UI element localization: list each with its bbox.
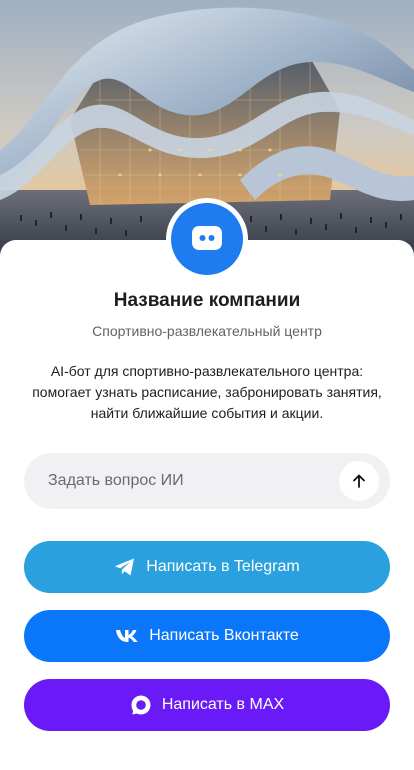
telegram-button-label: Написать в Telegram (146, 558, 300, 575)
ask-ai-input[interactable] (48, 472, 328, 490)
max-button-label: Написать в MAX (161, 696, 285, 713)
ask-ai-field (24, 453, 390, 509)
company-description: AI-бот для спортивно-развлекательного це… (32, 363, 382, 421)
max-button[interactable]: Написать в MAX (24, 679, 390, 731)
company-avatar (166, 198, 248, 280)
vk-button-label: Написать Вконтакте (149, 627, 299, 644)
vk-button[interactable]: Написать Вконтакте (24, 610, 390, 662)
company-name: Название компании (113, 290, 301, 311)
telegram-button[interactable]: Написать в Telegram (24, 541, 390, 593)
telegram-icon (114, 557, 136, 577)
send-button[interactable] (339, 461, 379, 501)
arrow-up-icon (353, 474, 365, 488)
chat-bot-icon (171, 203, 243, 275)
max-icon (130, 694, 152, 716)
company-subtitle: Спортивно-развлекательный центр (92, 323, 322, 339)
vk-icon (115, 629, 139, 643)
